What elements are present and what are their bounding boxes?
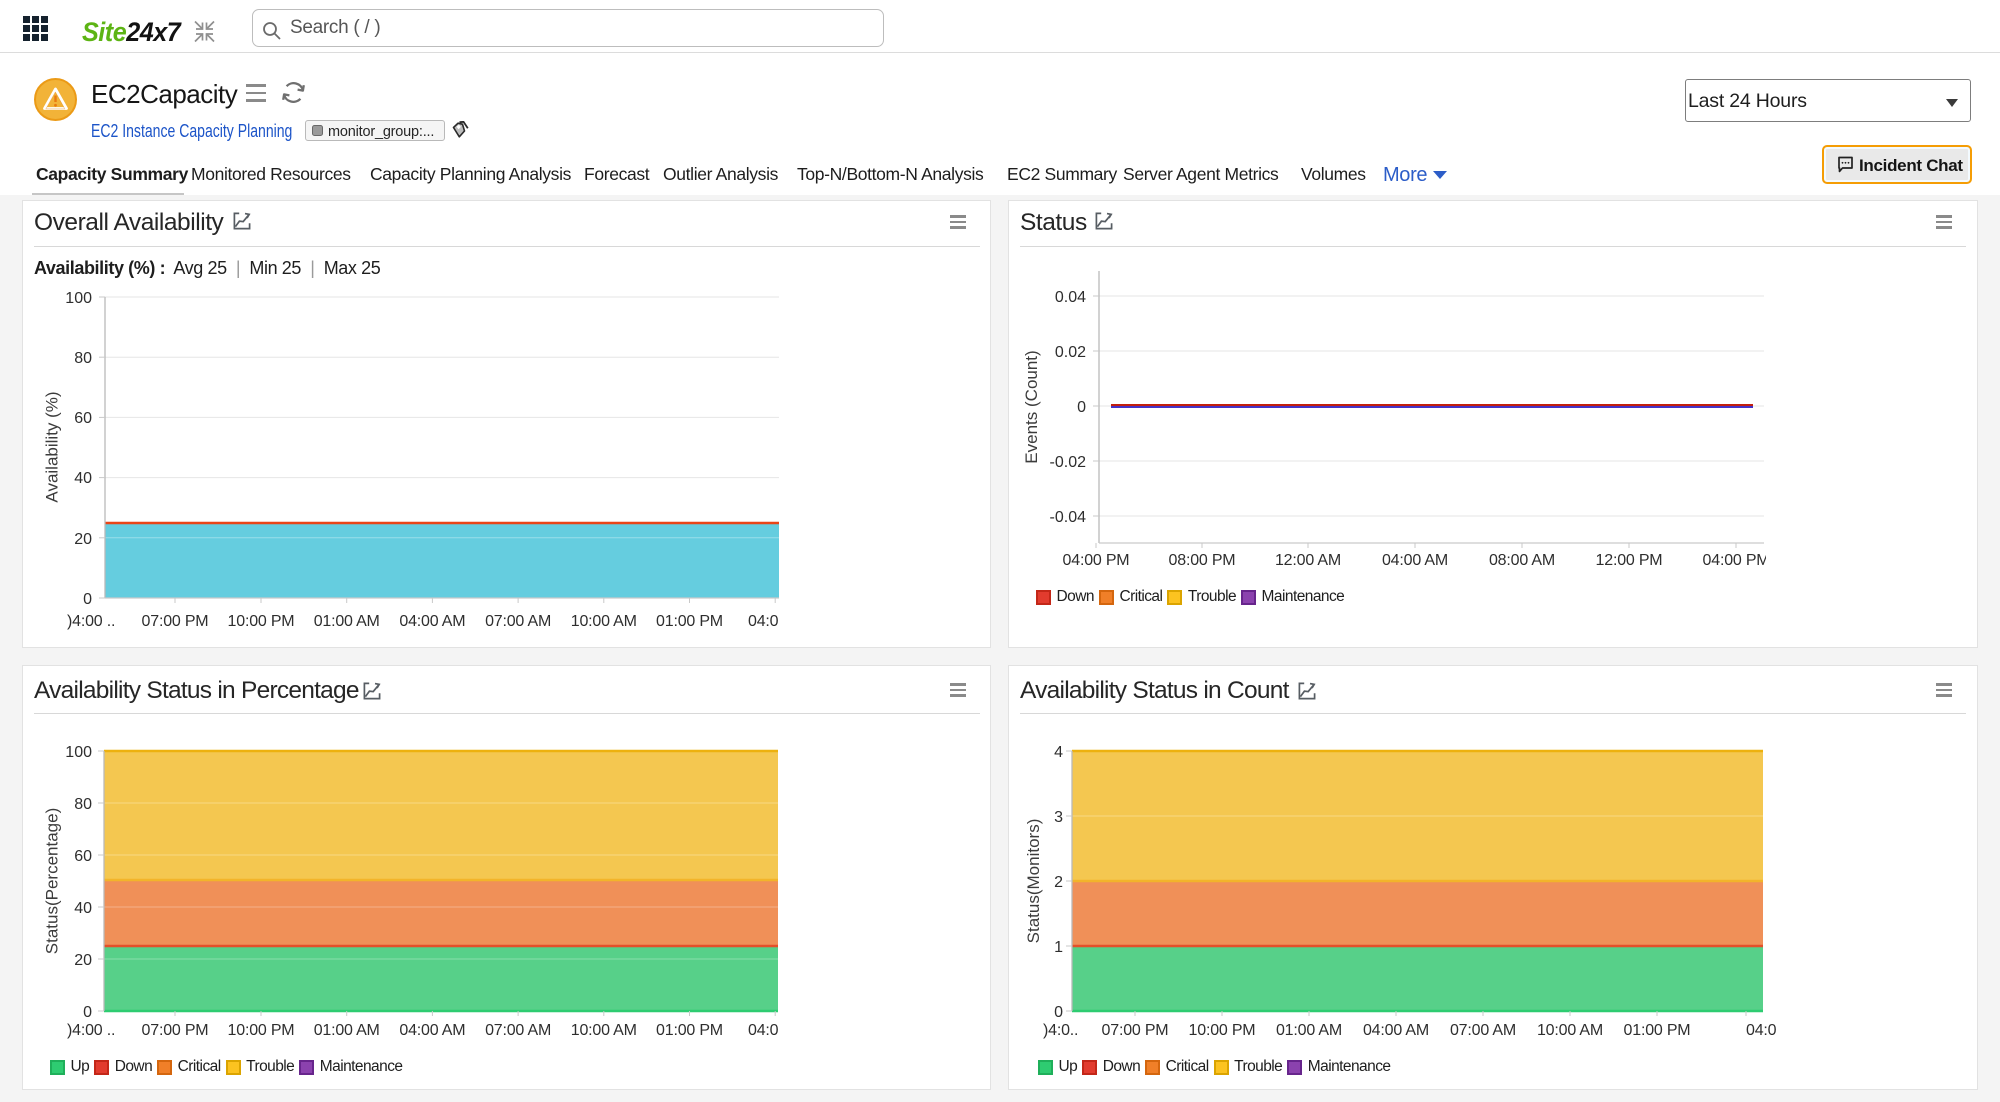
svg-text:04:00 AM: 04:00 AM [399,613,465,630]
svg-text:10:00 AM: 10:00 AM [571,1022,637,1039]
svg-text:01:00 PM: 01:00 PM [656,1022,723,1039]
svg-text:04:00 PM: 04:00 PM [1063,552,1130,569]
svg-text:100: 100 [65,744,92,761]
svg-text:80: 80 [74,796,92,813]
svg-text:04:0: 04:0 [748,1022,779,1039]
svg-text:-0.02: -0.02 [1050,454,1087,471]
svg-text:Status(Monitors): Status(Monitors) [1024,819,1043,944]
svg-text:10:00 AM: 10:00 AM [571,613,637,630]
svg-text:Events (Count): Events (Count) [1022,350,1041,463]
svg-text:0: 0 [83,1004,92,1021]
svg-text:2: 2 [1054,874,1063,891]
svg-text:1: 1 [1054,939,1063,956]
svg-text:)4:00 ..: )4:00 .. [67,1022,115,1039]
svg-text:0: 0 [1054,1004,1063,1021]
svg-text:60: 60 [74,848,92,865]
svg-text:01:00 AM: 01:00 AM [314,613,380,630]
svg-text:12:00 PM: 12:00 PM [1596,552,1663,569]
svg-text:04:00 AM: 04:00 AM [1363,1022,1429,1039]
svg-text:Availability (%): Availability (%) [43,391,62,502]
svg-text:10:00 PM: 10:00 PM [228,613,295,630]
svg-text:08:00 PM: 08:00 PM [1169,552,1236,569]
svg-text:0: 0 [1077,399,1086,416]
svg-text:100: 100 [65,290,92,307]
svg-text:08:00 AM: 08:00 AM [1489,552,1555,569]
svg-text:3: 3 [1054,809,1063,826]
svg-text:-0.04: -0.04 [1050,509,1087,526]
svg-text:20: 20 [74,952,92,969]
svg-text:0: 0 [83,591,92,608]
svg-text:07:00 PM: 07:00 PM [142,1022,209,1039]
svg-text:)4:00 ..: )4:00 .. [67,613,115,630]
svg-text:01:00 PM: 01:00 PM [1624,1022,1691,1039]
svg-text:)4:0..: )4:0.. [1043,1022,1078,1039]
svg-text:07:00 PM: 07:00 PM [1102,1022,1169,1039]
svg-text:10:00 AM: 10:00 AM [1537,1022,1603,1039]
svg-text:12:00 AM: 12:00 AM [1275,552,1341,569]
svg-text:60: 60 [74,410,92,427]
svg-text:04:00 PM: 04:00 PM [1703,552,1770,569]
svg-text:04:00 AM: 04:00 AM [1382,552,1448,569]
svg-text:40: 40 [74,900,92,917]
svg-text:07:00 AM: 07:00 AM [485,1022,551,1039]
svg-text:04:0: 04:0 [1746,1022,1777,1039]
svg-text:01:00 AM: 01:00 AM [1276,1022,1342,1039]
svg-text:20: 20 [74,531,92,548]
svg-text:10:00 PM: 10:00 PM [1189,1022,1256,1039]
svg-text:07:00 AM: 07:00 AM [1450,1022,1516,1039]
svg-text:10:00 PM: 10:00 PM [228,1022,295,1039]
svg-text:80: 80 [74,350,92,367]
svg-text:40: 40 [74,470,92,487]
svg-text:07:00 AM: 07:00 AM [485,613,551,630]
svg-text:0.04: 0.04 [1055,289,1086,306]
svg-text:01:00 PM: 01:00 PM [656,613,723,630]
svg-text:Status(Percentage): Status(Percentage) [43,808,62,954]
svg-text:07:00 PM: 07:00 PM [142,613,209,630]
svg-text:0.02: 0.02 [1055,344,1086,361]
svg-text:4: 4 [1054,744,1063,761]
svg-text:04:00 AM: 04:00 AM [399,1022,465,1039]
svg-text:04:0: 04:0 [748,613,779,630]
svg-text:01:00 AM: 01:00 AM [314,1022,380,1039]
